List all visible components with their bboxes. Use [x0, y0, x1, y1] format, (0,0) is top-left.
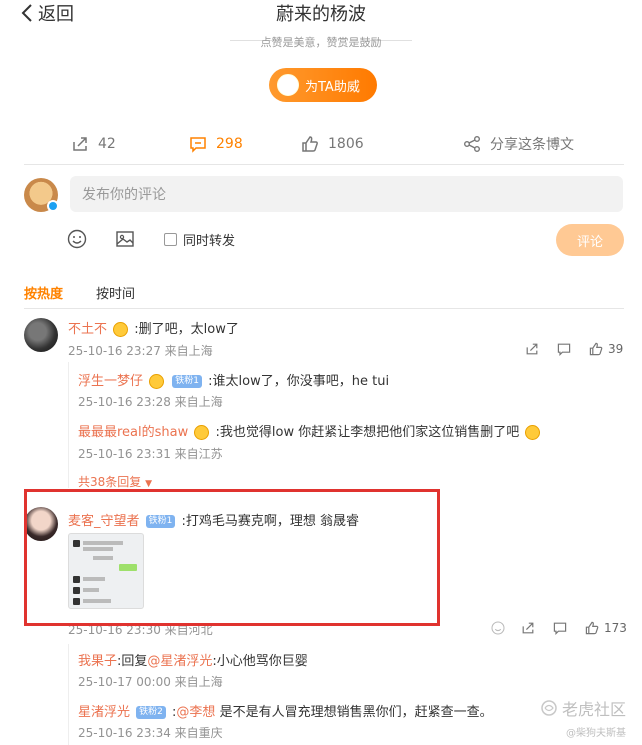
grin-emoji-icon — [525, 425, 541, 440]
checkbox-box[interactable] — [164, 233, 177, 246]
author-avatar — [277, 74, 299, 96]
forward-icon — [73, 137, 87, 151]
comment-text: :删了吧，太low了 — [134, 322, 239, 337]
reply-button[interactable] — [552, 620, 568, 640]
smiley-icon — [491, 621, 505, 635]
forward-count: 42 — [98, 136, 116, 152]
tiger-logo-icon — [541, 700, 557, 716]
forward-action[interactable]: 42 — [70, 134, 116, 154]
fan-badge: 铁粉2 — [136, 706, 166, 719]
comment-like-count: 173 — [604, 621, 627, 635]
reply-text: 是不是有人冒充理想销售黑你们，赶紧查一查。 — [215, 705, 493, 720]
reply-text: :我也觉得low 你赶紧让李想把他们家这位销售删了吧 — [215, 425, 520, 440]
reply-username[interactable]: 最最最real的shaw — [78, 425, 188, 440]
comment-like-button[interactable]: 173 — [584, 620, 627, 636]
comment-like-button[interactable]: 39 — [588, 341, 623, 357]
watermark-text: 老虎社区 — [562, 700, 627, 719]
reply-text: :小心他骂你巨婴 — [212, 654, 308, 669]
comment-icon — [190, 137, 206, 153]
emoji-icon — [194, 425, 210, 440]
like-action[interactable]: 1806 — [300, 134, 364, 154]
reply-body: 最最最real的shaw :我也觉得low 你赶紧让李想把他们家这位销售删了吧 — [78, 421, 542, 440]
forward-icon — [526, 343, 538, 355]
submit-comment-button[interactable]: 评论 — [556, 224, 624, 256]
reply-meta: 25-10-16 23:31 来自江苏 — [78, 447, 223, 461]
reply-body: 我果子:回复@星渚浮光:小心他骂你巨婴 — [78, 650, 308, 669]
comment-action[interactable]: 298 — [188, 134, 243, 154]
repost-label: 同时转发 — [183, 234, 236, 249]
watermark-author: @柴狗夫斯基 — [566, 728, 626, 739]
forward-icon — [522, 622, 534, 634]
tab-hot[interactable]: 按热度 — [24, 283, 63, 302]
image-icon — [116, 231, 134, 247]
comment-icon — [557, 343, 571, 357]
divider — [24, 164, 624, 165]
mention-link[interactable]: @星渚浮光 — [147, 654, 212, 669]
comment-input[interactable]: 发布你的评论 — [70, 176, 623, 212]
verified-icon — [47, 200, 59, 212]
share-label: 分享这条博文 — [490, 137, 574, 153]
reply-body: 星渚浮光 铁粉2 :@李想 是不是有人冒充理想销售黑你们，赶紧查一查。 — [78, 705, 493, 720]
boost-label: 为TA助威 — [305, 79, 360, 95]
comment-username[interactable]: 不土不 — [68, 322, 107, 337]
like-count: 1806 — [328, 136, 364, 152]
comment-emoji-button[interactable] — [490, 620, 506, 640]
reply-text: :谁太low了，你没事吧，he tui — [208, 374, 390, 389]
reward-subline: 点赞是美意，赞赏是鼓励 — [260, 36, 382, 49]
emoji-icon — [149, 374, 165, 389]
tab-time[interactable]: 按时间 — [96, 283, 135, 302]
page-title: 蔚来的杨波 — [276, 4, 366, 25]
thumbs-up-icon — [589, 342, 603, 356]
comment-body: 不土不 :删了吧，太low了 — [68, 318, 239, 337]
reply-username[interactable]: 浮生一梦仔 — [78, 374, 143, 389]
reply-meta: 25-10-17 00:00 来自上海 — [78, 675, 223, 689]
reply-username[interactable]: 星渚浮光 — [78, 705, 130, 720]
commenter-avatar[interactable] — [24, 318, 58, 352]
more-replies-label: 共38条回复 — [78, 475, 142, 489]
share-action[interactable]: 分享这条博文 — [462, 134, 574, 154]
reply-meta: 25-10-16 23:28 来自上海 — [78, 395, 223, 409]
fan-badge: 铁粉1 — [172, 375, 203, 388]
thumbs-up-icon — [302, 136, 318, 152]
watermark: 老虎社区 — [540, 696, 626, 720]
mention-link[interactable]: @李想 — [176, 705, 215, 720]
reply-username[interactable]: 我果子 — [78, 654, 117, 669]
reply-meta: 25-10-16 23:34 来自重庆 — [78, 726, 223, 740]
thumbs-up-icon — [585, 621, 599, 635]
comment-count: 298 — [216, 136, 243, 152]
emoji-button[interactable] — [66, 228, 88, 254]
repost-checkbox[interactable]: 同时转发 — [164, 230, 235, 249]
image-button[interactable] — [114, 228, 136, 254]
highlight-box — [24, 489, 440, 626]
emoji-icon — [113, 322, 129, 337]
reply-forward-button[interactable] — [524, 341, 540, 361]
more-replies-link[interactable]: 共38条回复 ▼ — [78, 473, 152, 490]
divider — [24, 308, 624, 309]
boost-button[interactable]: 为TA助威 — [269, 68, 377, 102]
comment-meta: 25-10-16 23:27 来自上海 — [68, 344, 213, 358]
reply-button[interactable] — [556, 341, 572, 361]
reply-forward-button[interactable] — [520, 620, 536, 640]
comment-like-count: 39 — [608, 342, 624, 356]
smiley-icon — [67, 229, 87, 249]
comment-icon — [553, 622, 567, 636]
caret-down-icon: ▼ — [145, 479, 153, 489]
reply-prefix: :回复 — [117, 654, 148, 669]
share-icon — [464, 136, 480, 152]
reply-body: 浮生一梦仔 铁粉1 :谁太low了，你没事吧，he tui — [78, 370, 389, 389]
